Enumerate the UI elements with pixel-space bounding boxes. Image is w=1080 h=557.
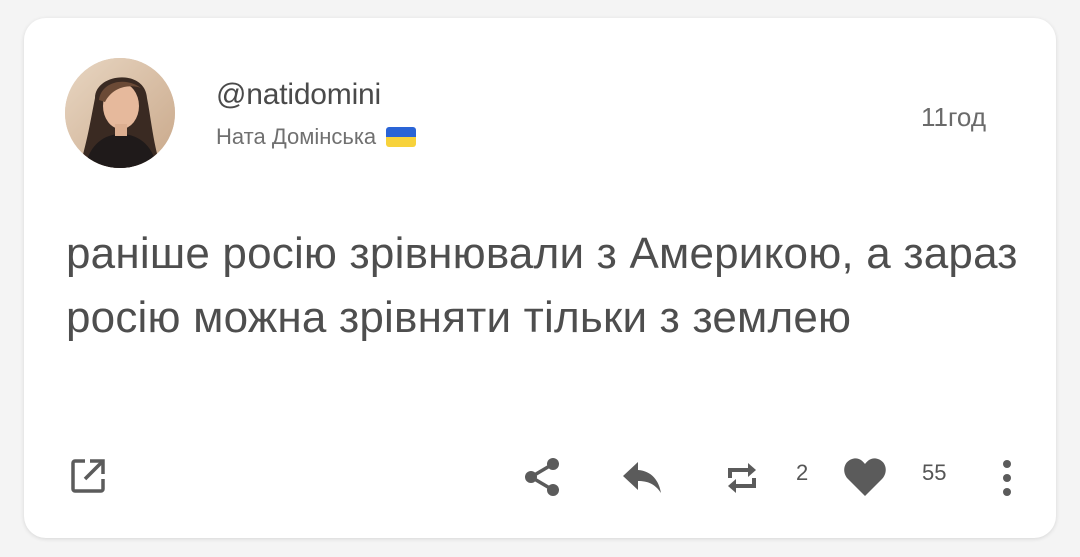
avatar[interactable] (65, 58, 175, 168)
display-name-row: Ната Домінська (216, 124, 417, 149)
reply-icon[interactable] (620, 458, 664, 498)
user-handle[interactable]: @natidomini (216, 80, 381, 110)
more-vertical-icon[interactable] (992, 456, 1022, 500)
heart-icon[interactable] (840, 454, 890, 500)
open-external-icon[interactable] (66, 454, 110, 498)
share-icon[interactable] (517, 452, 567, 502)
display-name: Ната Домінська (216, 124, 377, 149)
post-timestamp: 11год (921, 102, 986, 132)
post-text: раніше росію зрівнювали з Америкою, а за… (66, 229, 1018, 342)
ukraine-flag-icon (386, 127, 417, 147)
post-card[interactable]: @natidomini Ната Домінська 11год раніше … (24, 18, 1056, 538)
like-count: 55 (922, 460, 947, 485)
repost-icon[interactable] (720, 456, 764, 500)
repost-count: 2 (796, 460, 809, 485)
